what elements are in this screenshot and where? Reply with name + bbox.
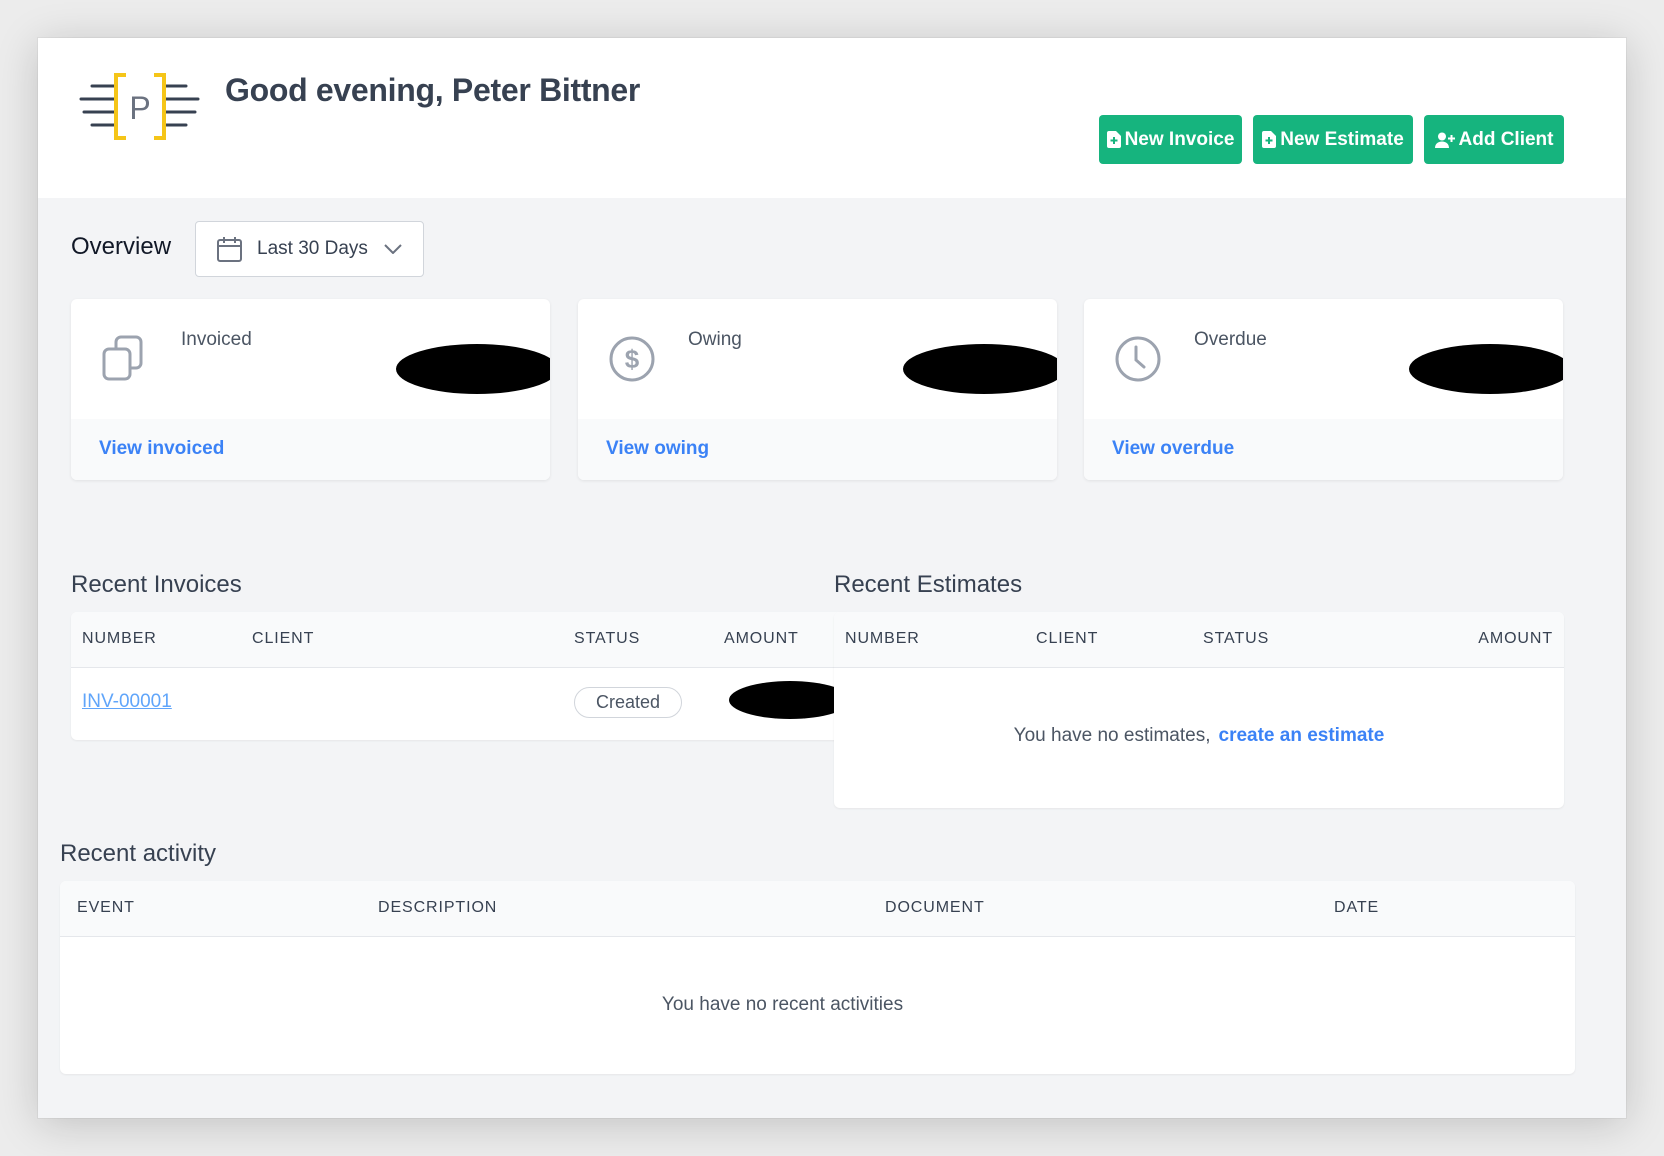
column-header: NUMBER <box>845 630 920 647</box>
header: P Good evening, Peter Bittner New Invoic… <box>38 38 1626 198</box>
invoiced-card: Invoiced View invoiced <box>71 299 550 480</box>
copy-icon <box>102 335 143 381</box>
view-overdue-link[interactable]: View overdue <box>1112 438 1234 460</box>
new-estimate-label: New Estimate <box>1280 128 1404 150</box>
add-client-button[interactable]: Add Client <box>1424 115 1564 164</box>
overview-heading: Overview <box>71 233 172 260</box>
view-invoiced-link[interactable]: View invoiced <box>99 438 224 460</box>
card-body: Overdue <box>1084 299 1563 419</box>
column-header: DATE <box>1334 899 1380 916</box>
column-header: CLIENT <box>252 630 315 647</box>
table-header: NUMBER CLIENT STATUS AMOUNT <box>834 612 1564 668</box>
redacted-amount <box>903 344 1057 394</box>
recent-invoices-table: NUMBER CLIENT STATUS AMOUNT INV-00001 Cr… <box>71 612 851 740</box>
file-plus-icon <box>1262 131 1277 148</box>
svg-text:P: P <box>129 90 150 126</box>
app-window: P Good evening, Peter Bittner New Invoic… <box>38 38 1626 1118</box>
card-title: Invoiced <box>181 329 252 350</box>
chevron-down-icon <box>384 244 402 254</box>
column-header: STATUS <box>574 630 641 647</box>
card-footer: View owing <box>578 419 1057 480</box>
column-header: AMOUNT <box>724 630 799 647</box>
column-header: AMOUNT <box>1478 630 1553 647</box>
empty-activity-text: You have no recent activities <box>661 994 904 1015</box>
new-invoice-button[interactable]: New Invoice <box>1099 115 1242 164</box>
redacted-amount <box>1409 344 1563 394</box>
file-plus-icon <box>1106 131 1121 148</box>
card-footer: View overdue <box>1084 419 1563 480</box>
column-header: NUMBER <box>82 630 157 647</box>
column-header: STATUS <box>1203 630 1270 647</box>
empty-estimates-text: You have no estimates, <box>1013 725 1211 746</box>
redacted-amount <box>396 344 550 394</box>
create-estimate-link[interactable]: create an estimate <box>1219 725 1385 746</box>
recent-activity-table: EVENT DESCRIPTION DOCUMENT DATE You have… <box>60 881 1575 1074</box>
add-client-label: Add Client <box>1458 128 1554 150</box>
new-invoice-label: New Invoice <box>1124 128 1235 150</box>
owing-card: $ Owing View owing <box>578 299 1057 480</box>
card-body: Invoiced <box>71 299 550 419</box>
card-title: Owing <box>688 329 742 350</box>
calendar-icon <box>217 236 242 262</box>
svg-text:$: $ <box>625 344 640 374</box>
date-range-select[interactable]: Last 30 Days <box>195 221 424 277</box>
recent-invoices-title: Recent Invoices <box>71 571 242 598</box>
recent-estimates-title: Recent Estimates <box>834 571 1023 598</box>
status-badge: Created <box>574 687 682 718</box>
dollar-icon: $ <box>609 336 655 382</box>
card-title: Overdue <box>1194 329 1267 350</box>
date-range-value: Last 30 Days <box>257 238 368 259</box>
recent-activity-title: Recent activity <box>60 840 217 867</box>
new-estimate-button[interactable]: New Estimate <box>1253 115 1413 164</box>
overdue-card: Overdue View overdue <box>1084 299 1563 480</box>
card-body: $ Owing <box>578 299 1057 419</box>
column-header: DESCRIPTION <box>378 899 498 916</box>
greeting-title: Good evening, Peter Bittner <box>225 72 641 108</box>
recent-estimates-table: NUMBER CLIENT STATUS AMOUNT You have no … <box>834 612 1564 808</box>
card-footer: View invoiced <box>71 419 550 480</box>
user-plus-icon <box>1434 132 1455 148</box>
invoice-number-link[interactable]: INV-00001 <box>82 691 172 713</box>
table-header: NUMBER CLIENT STATUS AMOUNT <box>71 612 851 668</box>
empty-state: You have no estimates, create an estimate <box>834 725 1564 747</box>
column-header: CLIENT <box>1036 630 1099 647</box>
redacted-amount <box>729 681 851 719</box>
view-owing-link[interactable]: View owing <box>606 438 709 460</box>
clock-icon <box>1115 336 1161 382</box>
app-logo: P <box>79 73 200 140</box>
column-header: EVENT <box>77 899 135 916</box>
column-header: DOCUMENT <box>885 899 985 916</box>
table-header: EVENT DESCRIPTION DOCUMENT DATE <box>60 881 1575 937</box>
